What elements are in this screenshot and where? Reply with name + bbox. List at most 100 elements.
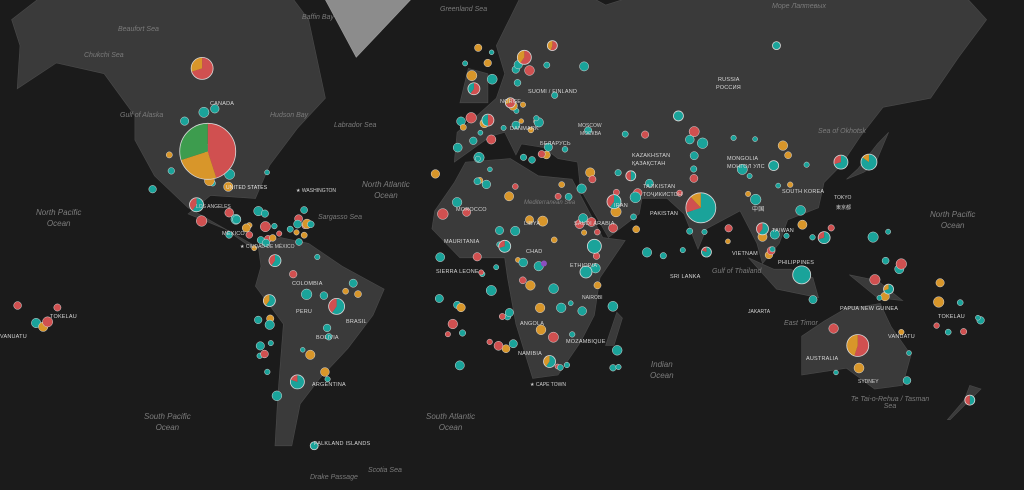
location-marker[interactable]	[485, 285, 497, 296]
location-marker[interactable]	[504, 191, 514, 202]
location-marker[interactable]	[685, 134, 695, 145]
location-marker[interactable]	[267, 340, 274, 347]
location-marker[interactable]	[251, 245, 258, 251]
location-marker[interactable]	[615, 364, 622, 370]
location-marker[interactable]	[474, 43, 483, 52]
location-marker[interactable]	[614, 169, 622, 177]
location-marker[interactable]	[13, 301, 22, 310]
location-marker[interactable]	[769, 246, 776, 253]
location-marker[interactable]	[752, 136, 758, 142]
location-marker[interactable]	[320, 367, 330, 377]
location-marker[interactable]	[180, 116, 190, 126]
location-marker[interactable]	[223, 181, 234, 192]
location-marker[interactable]	[481, 179, 491, 189]
location-marker[interactable]	[518, 257, 528, 268]
location-marker[interactable]	[769, 229, 780, 240]
pie-marker[interactable]	[309, 441, 319, 451]
location-marker[interactable]	[452, 197, 463, 208]
location-marker[interactable]	[902, 376, 912, 385]
location-marker[interactable]	[797, 219, 808, 230]
pie-marker[interactable]	[817, 231, 831, 245]
location-marker[interactable]	[498, 313, 506, 320]
location-marker[interactable]	[548, 331, 559, 343]
location-marker[interactable]	[245, 231, 253, 239]
location-marker[interactable]	[459, 329, 466, 337]
pie-marker[interactable]	[189, 197, 204, 213]
location-marker[interactable]	[898, 329, 905, 336]
pie-marker[interactable]	[685, 192, 717, 224]
location-marker[interactable]	[608, 223, 618, 233]
location-marker[interactable]	[500, 125, 507, 131]
location-marker[interactable]	[319, 291, 329, 300]
location-marker[interactable]	[554, 193, 562, 200]
location-marker[interactable]	[724, 224, 733, 233]
location-marker[interactable]	[504, 308, 514, 318]
location-marker[interactable]	[232, 215, 242, 224]
location-marker[interactable]	[586, 217, 597, 227]
location-marker[interactable]	[569, 331, 576, 338]
location-marker[interactable]	[511, 120, 521, 130]
pie-marker[interactable]	[833, 154, 849, 170]
location-marker[interactable]	[777, 140, 788, 151]
location-marker[interactable]	[42, 316, 53, 328]
location-marker[interactable]	[198, 106, 210, 118]
location-marker[interactable]	[563, 361, 570, 369]
location-marker[interactable]	[301, 288, 313, 300]
location-marker[interactable]	[803, 161, 810, 168]
location-marker[interactable]	[167, 167, 175, 175]
location-marker[interactable]	[519, 276, 527, 285]
location-marker[interactable]	[828, 323, 839, 334]
location-marker[interactable]	[323, 323, 332, 332]
location-marker[interactable]	[577, 306, 587, 316]
location-marker[interactable]	[472, 252, 482, 262]
location-marker[interactable]	[557, 364, 564, 371]
location-marker[interactable]	[264, 319, 275, 330]
location-marker[interactable]	[809, 234, 816, 241]
location-marker[interactable]	[853, 362, 865, 374]
location-marker[interactable]	[473, 177, 482, 186]
location-marker[interactable]	[581, 229, 588, 236]
location-marker[interactable]	[271, 223, 278, 230]
location-marker[interactable]	[271, 390, 283, 401]
location-marker[interactable]	[659, 252, 667, 260]
pie-marker[interactable]	[543, 355, 556, 368]
location-marker[interactable]	[53, 303, 62, 312]
pie-marker[interactable]	[846, 334, 870, 357]
pie-marker[interactable]	[504, 97, 516, 109]
location-marker[interactable]	[469, 136, 478, 145]
location-marker[interactable]	[775, 182, 781, 189]
location-marker[interactable]	[556, 302, 567, 313]
location-marker[interactable]	[533, 115, 540, 122]
location-marker[interactable]	[690, 165, 698, 173]
location-marker[interactable]	[225, 231, 233, 239]
location-marker[interactable]	[701, 228, 708, 235]
location-marker[interactable]	[269, 234, 277, 242]
location-marker[interactable]	[508, 339, 518, 349]
location-marker[interactable]	[524, 65, 535, 76]
location-marker[interactable]	[544, 142, 553, 152]
location-marker[interactable]	[241, 223, 251, 233]
location-marker[interactable]	[260, 209, 269, 218]
location-marker[interactable]	[478, 269, 485, 276]
location-marker[interactable]	[493, 264, 500, 271]
location-marker[interactable]	[525, 215, 534, 225]
pie-marker[interactable]	[262, 294, 276, 307]
location-marker[interactable]	[430, 169, 440, 179]
location-marker[interactable]	[584, 126, 593, 135]
location-marker[interactable]	[630, 213, 637, 221]
location-marker[interactable]	[535, 302, 546, 313]
location-marker[interactable]	[261, 238, 271, 247]
location-marker[interactable]	[869, 274, 881, 286]
location-marker[interactable]	[286, 225, 294, 233]
location-marker[interactable]	[808, 295, 818, 304]
location-marker[interactable]	[867, 231, 879, 243]
pie-marker[interactable]	[289, 374, 305, 390]
location-marker[interactable]	[933, 296, 945, 308]
location-marker[interactable]	[483, 58, 492, 68]
location-marker[interactable]	[833, 369, 839, 376]
location-marker[interactable]	[550, 236, 558, 244]
location-marker[interactable]	[944, 328, 952, 336]
pie-marker[interactable]	[883, 283, 894, 295]
location-marker[interactable]	[466, 70, 478, 81]
location-marker[interactable]	[456, 302, 466, 313]
